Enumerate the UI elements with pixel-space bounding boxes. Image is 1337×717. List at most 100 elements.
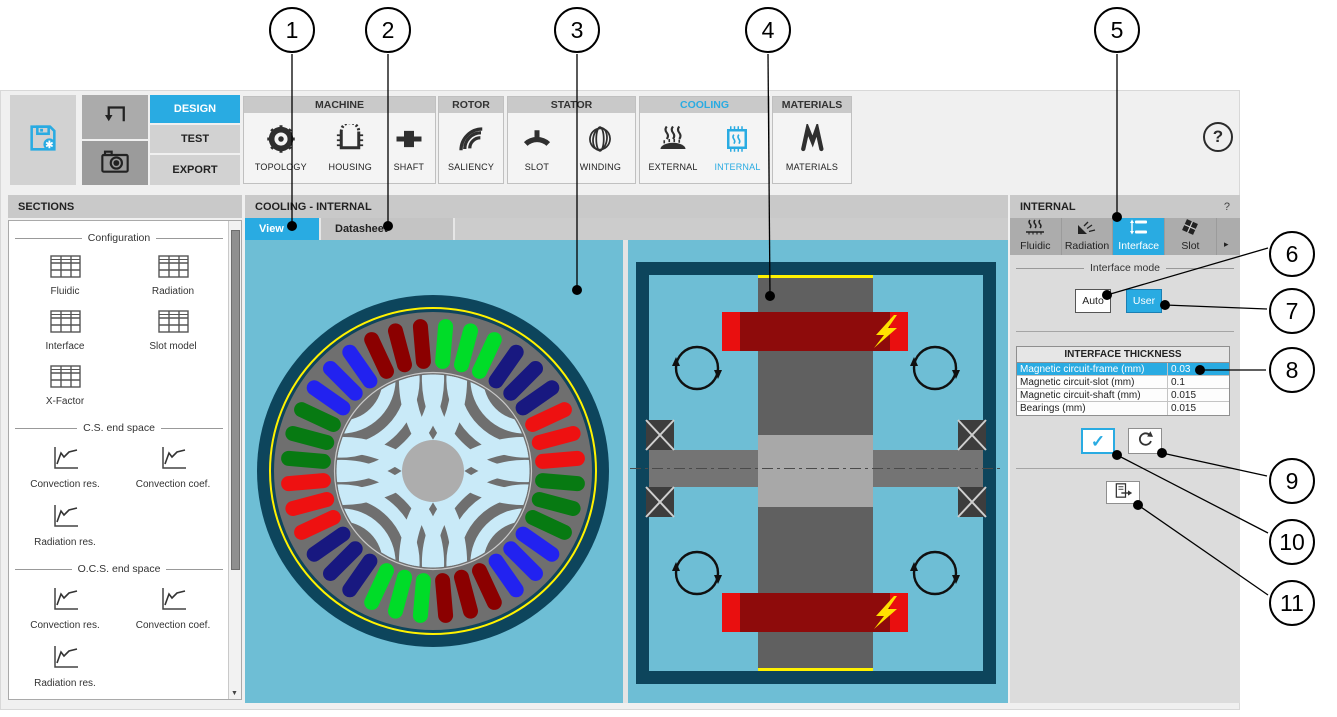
fluidic-icon <box>1024 219 1046 238</box>
radiation-icon <box>1076 219 1098 238</box>
sidebar-item-label: Convection res. <box>30 620 100 631</box>
export-report-button[interactable] <box>1106 481 1140 504</box>
divider <box>1016 331 1234 332</box>
tab-label: Slot <box>1181 240 1200 252</box>
table-icon <box>49 365 81 393</box>
toolbar-item-label: SALIENCY <box>447 162 495 172</box>
interface-thickness-table: INTERFACE THICKNESS Magnetic circuit-fra… <box>1016 346 1230 416</box>
main-header: COOLING - INTERNAL <box>245 195 1008 218</box>
section-title-configuration: Configuration <box>15 232 223 244</box>
interface-mode-user-button[interactable]: User <box>1126 289 1162 313</box>
panel-help-icon[interactable]: ? <box>1224 201 1230 213</box>
sidebar-item-cs-radiation-res[interactable]: Radiation res. <box>11 496 119 554</box>
callout-3: 3 <box>554 7 600 53</box>
sidebar-scrollbar[interactable]: ▼ <box>228 221 241 699</box>
group-title: ROTOR <box>439 97 503 113</box>
row-value[interactable]: 0.015 <box>1167 389 1229 401</box>
reset-icon <box>1136 430 1154 453</box>
sidebar-item-slot-model[interactable]: Slot model <box>119 303 227 358</box>
toolbar-group-materials: MATERIALS MATERIALS <box>772 96 852 184</box>
mode-button-design[interactable]: DESIGN <box>150 95 240 123</box>
group-title: COOLING <box>640 97 769 113</box>
sidebar-item-interface[interactable]: Interface <box>11 303 119 358</box>
internal-cooling-icon <box>722 124 752 159</box>
row-value[interactable]: 0.015 <box>1167 402 1229 415</box>
scrollbar-down-arrow[interactable]: ▼ <box>231 690 238 697</box>
help-button[interactable]: ? <box>1203 122 1233 152</box>
sidebar-item-cs-convection-coef[interactable]: Convection coef. <box>119 438 227 496</box>
sidebar-item-radiation[interactable]: Radiation <box>119 248 227 303</box>
tab-radiation[interactable]: Radiation <box>1062 218 1114 255</box>
undo-button[interactable] <box>82 95 148 139</box>
tab-view[interactable]: View <box>245 218 321 240</box>
table-icon <box>49 310 81 338</box>
curve-icon <box>158 445 188 476</box>
interface-mode-label: Interface mode <box>1016 262 1234 274</box>
row-value[interactable]: 0.03 <box>1167 363 1229 375</box>
table-icon <box>49 255 81 283</box>
sidebar-item-label: Slot model <box>149 341 197 352</box>
sidebar-item-ocs-convection-res[interactable]: Convection res. <box>11 579 119 637</box>
table-row[interactable]: Bearings (mm) 0.015 <box>1017 402 1229 415</box>
callout-6: 6 <box>1269 231 1315 277</box>
toolbar-item-slot[interactable]: SLOT <box>516 124 558 172</box>
table-row[interactable]: Magnetic circuit-shaft (mm) 0.015 <box>1017 389 1229 402</box>
screenshot-button[interactable] <box>82 141 148 185</box>
motor-axial-cross-section <box>630 262 1002 684</box>
sidebar-item-cs-convection-res[interactable]: Convection res. <box>11 438 119 496</box>
toolbar-item-topology[interactable]: TOPOLOGY <box>249 124 313 172</box>
tab-datasheet[interactable]: Datasheet <box>321 218 455 240</box>
mode-button-test[interactable]: TEST <box>150 125 240 153</box>
sidebar-item-ocs-radiation-res[interactable]: Radiation res. <box>11 637 119 695</box>
toolbar-item-internal[interactable]: INTERNAL <box>708 124 766 172</box>
reset-button[interactable] <box>1128 428 1162 454</box>
toolbar-item-saliency[interactable]: SALIENCY <box>442 124 500 172</box>
tab-interface[interactable]: Interface <box>1113 218 1166 255</box>
apply-button[interactable]: ✓ <box>1081 428 1115 454</box>
sidebar-item-label: Radiation res. <box>34 678 96 689</box>
sidebar-item-label: Fluidic <box>50 286 80 297</box>
callout-9: 9 <box>1269 458 1315 504</box>
interface-icon <box>1128 219 1150 238</box>
camera-icon <box>99 147 131 180</box>
callout-10: 10 <box>1269 519 1315 565</box>
axial-view-pane[interactable] <box>628 240 1008 703</box>
callout-8: 8 <box>1269 347 1315 393</box>
mode-button-export[interactable]: EXPORT <box>150 155 240 185</box>
row-name: Magnetic circuit-slot (mm) <box>1020 377 1135 388</box>
table-row[interactable]: Magnetic circuit-frame (mm) 0.03 <box>1017 363 1229 376</box>
row-name: Magnetic circuit-frame (mm) <box>1020 364 1145 375</box>
section-title-cs-end-space: C.S. end space <box>15 422 223 434</box>
tab-slot[interactable]: Slot <box>1165 218 1217 255</box>
callout-2: 2 <box>365 7 411 53</box>
more-tabs-arrow-icon[interactable]: ▸ <box>1224 239 1229 250</box>
save-icon <box>26 121 60 160</box>
row-value[interactable]: 0.1 <box>1167 376 1229 388</box>
sections-title: SECTIONS <box>18 200 75 213</box>
toolbar-item-external[interactable]: EXTERNAL <box>642 124 703 172</box>
table-row[interactable]: Magnetic circuit-slot (mm) 0.1 <box>1017 376 1229 389</box>
toolbar-item-materials[interactable]: MATERIALS <box>780 121 844 172</box>
sidebar-item-x-factor[interactable]: X-Factor <box>11 358 119 413</box>
sidebar-item-label: Interface <box>45 341 85 352</box>
tab-fluidic[interactable]: Fluidic <box>1010 218 1062 255</box>
row-name: Bearings (mm) <box>1020 403 1086 414</box>
sidebar-item-fluidic[interactable]: Fluidic <box>11 248 119 303</box>
radial-view-pane[interactable] <box>245 240 623 703</box>
interface-mode-auto-button[interactable]: Auto <box>1075 289 1111 313</box>
toolbar-item-shaft[interactable]: SHAFT <box>388 124 431 172</box>
toolbar-item-label: TOPOLOGY <box>254 162 307 172</box>
group-title: MATERIALS <box>773 97 851 113</box>
sidebar-item-ocs-convection-coef[interactable]: Convection coef. <box>119 579 227 637</box>
save-button[interactable] <box>10 95 76 185</box>
winding-icon <box>585 124 615 159</box>
toolbar-item-winding[interactable]: WINDING <box>574 124 627 172</box>
callout-1: 1 <box>269 7 315 53</box>
callout-7: 7 <box>1269 288 1315 334</box>
toolbar-item-housing[interactable]: HOUSING <box>323 121 378 172</box>
sidebar-item-label: Convection coef. <box>135 620 211 631</box>
curve-icon <box>50 445 80 476</box>
scrollbar-thumb[interactable] <box>231 230 240 570</box>
callout-11: 11 <box>1269 580 1315 626</box>
sections-panel-header: SECTIONS <box>8 195 242 218</box>
